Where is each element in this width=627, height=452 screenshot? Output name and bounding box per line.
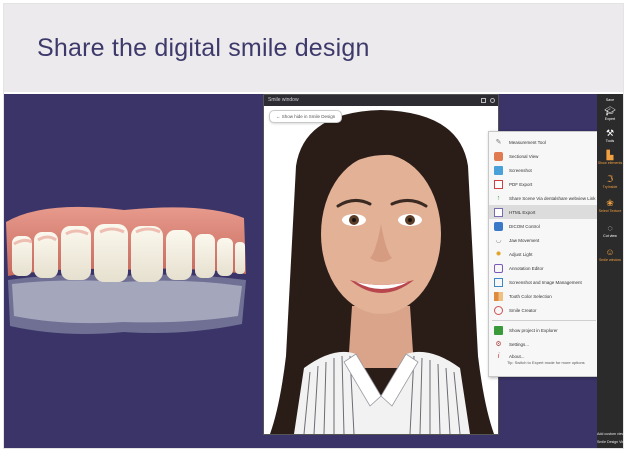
tools-label: Tools: [605, 139, 615, 143]
share-icon: ↑: [496, 194, 501, 202]
light-icon: ✹: [495, 250, 502, 258]
expert-label: Expert: [604, 117, 616, 121]
section-icon: [494, 151, 503, 161]
portrait-image: [264, 106, 498, 434]
camera-icon: [494, 165, 503, 175]
select-texture-button[interactable]: ❀ Select Texture: [597, 198, 623, 213]
smile-window-title: Smile window: [268, 97, 299, 103]
menu-item-label: Smile Creator: [509, 307, 537, 313]
tooth-elements-icon: ▙: [606, 150, 614, 160]
context-menu: ✎ Measurement Tool Sectional View Screen…: [488, 131, 600, 377]
menu-item-screenshot[interactable]: Screenshot: [489, 163, 599, 177]
menu-item-label: HTML Export: [509, 209, 536, 215]
menu-item-annotation-editor[interactable]: Annotation Editor: [489, 261, 599, 275]
menu-item-dicom-control[interactable]: DICOM Control: [489, 219, 599, 233]
annotation-icon: [494, 263, 503, 273]
menu-item-label: Screenshot and Image Management: [509, 279, 582, 285]
menu-item-label: Adjust Light: [509, 251, 533, 257]
menu-item-label: Show project in Explorer: [509, 327, 558, 333]
menu-item-smile-creator[interactable]: Smile Creator: [489, 303, 599, 317]
settings-icon: ⚙: [495, 340, 502, 348]
menu-item-jaw-movement[interactable]: ◡ Jaw Movement: [489, 233, 599, 247]
select-texture-label: Select Texture: [598, 209, 622, 213]
menu-item-measurement-tool[interactable]: ✎ Measurement Tool: [489, 135, 599, 149]
graduation-cap-icon: 🎓︎: [604, 106, 616, 116]
save-button[interactable]: Save: [597, 97, 623, 102]
folder-icon: [494, 325, 503, 335]
menu-item-share-scene[interactable]: ↑ Share Scene Via dentalshare webview Li…: [489, 191, 599, 205]
smile-window-label: Smile window: [599, 258, 621, 262]
smile-window[interactable]: Smile window ← Show hide in Smile Design: [263, 94, 499, 435]
menu-item-label: DICOM Control: [509, 223, 540, 229]
menu-item-screenshot-image-management[interactable]: Screenshot and Image Management: [489, 275, 599, 289]
tryinside-button[interactable]: ℑ TryInside: [597, 174, 623, 189]
save-label: Save: [605, 98, 615, 102]
menu-item-label: Settings...: [509, 341, 530, 347]
menu-item-label: Measurement Tool: [509, 139, 546, 145]
menu-item-label: Annotation Editor: [509, 265, 544, 271]
jaw-icon: ◡: [495, 236, 502, 244]
menu-item-adjust-light[interactable]: ✹ Adjust Light: [489, 247, 599, 261]
settings-gear-icon[interactable]: [490, 98, 495, 103]
cut-view-button[interactable]: ◌ Cut view: [597, 223, 623, 238]
expert-button[interactable]: 🎓︎ Expert: [597, 106, 623, 121]
menu-separator: [492, 320, 596, 321]
dental-model[interactable]: [4, 204, 250, 344]
cut-view-icon: ◌: [607, 223, 613, 233]
menu-item-label: Jaw Movement: [509, 237, 540, 243]
dicom-icon: [494, 221, 503, 231]
tools-button[interactable]: ⚒ Tools: [597, 128, 623, 143]
menu-tip: Tip: Switch to Expert mode for more opti…: [507, 360, 585, 365]
menu-item-label: Screenshot: [509, 167, 532, 173]
show-hide-smile-design-button[interactable]: ← Show hide in Smile Design: [269, 110, 343, 123]
restore-icon[interactable]: [481, 98, 486, 103]
app-viewport[interactable]: Smile window ← Show hide in Smile Design…: [4, 94, 623, 448]
smile-window-button[interactable]: ☺ Smile window: [597, 247, 623, 262]
tools-icon: ⚒: [605, 128, 615, 138]
image-manage-icon: [494, 277, 503, 287]
info-icon: i: [497, 352, 500, 360]
menu-item-show-in-explorer[interactable]: Show project in Explorer: [489, 323, 599, 337]
tryinside-icon: ℑ: [606, 174, 614, 184]
show-elements-label: Show elements: [597, 161, 623, 165]
tryinside-label: TryInside: [602, 185, 618, 189]
cut-view-label: Cut view: [603, 234, 617, 238]
menu-item-label: PDF Export: [509, 181, 533, 187]
face-icon: ☺: [605, 247, 615, 257]
menu-item-sectional-view[interactable]: Sectional View: [489, 149, 599, 163]
add-custom-view-button[interactable]: Add custom view: [597, 432, 623, 436]
pdf-icon: [494, 179, 503, 189]
menu-item-label: Sectional View: [509, 153, 539, 159]
ruler-icon: ✎: [495, 138, 502, 146]
html-icon: [494, 207, 503, 217]
menu-item-label: Share Scene Via dentalshare webview Link: [509, 195, 596, 201]
slide-title: Share the digital smile design: [37, 34, 370, 62]
smile-window-titlebar[interactable]: Smile window: [264, 95, 498, 106]
menu-item-pdf-export[interactable]: PDF Export: [489, 177, 599, 191]
menu-item-html-export[interactable]: HTML Export: [489, 205, 599, 219]
menu-item-tooth-color-selection[interactable]: Tooth Color Selection: [489, 289, 599, 303]
right-toolbar: Save 🎓︎ Expert ⚒ Tools ▙ Show elements ℑ…: [597, 94, 623, 448]
smile-design-view-button[interactable]: Smile Design View: [597, 440, 623, 444]
patient-photo: ← Show hide in Smile Design: [264, 106, 498, 434]
show-elements-button[interactable]: ▙ Show elements: [597, 150, 623, 165]
menu-item-label: Tooth Color Selection: [509, 293, 552, 299]
palette-icon: [494, 291, 503, 301]
texture-icon: ❀: [606, 198, 614, 208]
smile-icon: [494, 305, 503, 315]
menu-item-label: About...: [509, 353, 525, 359]
title-band: Share the digital smile design: [4, 4, 623, 92]
